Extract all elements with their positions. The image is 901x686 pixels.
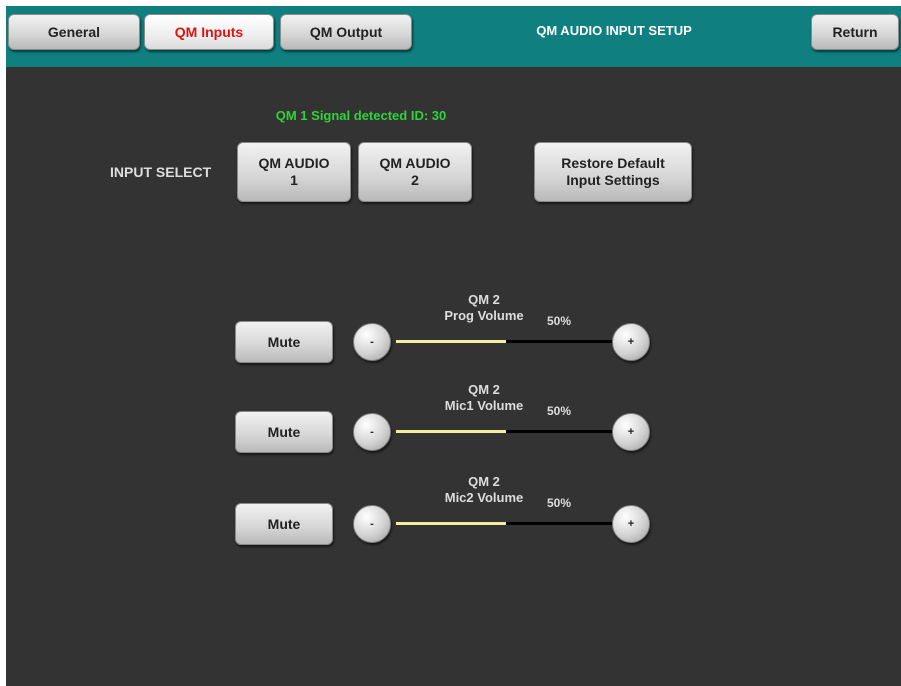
page-title: QM AUDIO INPUT SETUP: [536, 23, 692, 38]
tab-qm-output[interactable]: QM Output: [280, 14, 412, 50]
mute-button[interactable]: Mute: [235, 321, 333, 363]
volume-down-button[interactable]: -: [353, 323, 391, 361]
restore-defaults-button[interactable]: Restore Default Input Settings: [534, 142, 692, 202]
input-option-line2: 2: [411, 172, 419, 188]
tab-qm-inputs[interactable]: QM Inputs: [144, 14, 274, 50]
volume-up-button[interactable]: +: [612, 413, 650, 451]
header-bar: General QM Inputs QM Output QM AUDIO INP…: [6, 6, 901, 67]
volume-slider[interactable]: [396, 522, 616, 525]
input-option-line2: 1: [290, 172, 298, 188]
setup-panel: General QM Inputs QM Output QM AUDIO INP…: [6, 6, 901, 686]
volume-slider-fill: [396, 340, 506, 343]
input-select-label: INPUT SELECT: [110, 164, 212, 180]
input-qm-audio-1-button[interactable]: QM AUDIO 1: [237, 142, 351, 202]
volume-up-button[interactable]: +: [612, 505, 650, 543]
input-option-line1: QM AUDIO: [379, 155, 451, 171]
restore-line2: Input Settings: [566, 172, 660, 188]
restore-line1: Restore Default: [561, 155, 665, 171]
volume-slider[interactable]: [396, 340, 616, 343]
volume-title-line1: QM 2: [468, 292, 500, 307]
return-button[interactable]: Return: [811, 14, 899, 50]
volume-title-line1: QM 2: [468, 474, 500, 489]
volume-up-button[interactable]: +: [612, 323, 650, 361]
signal-status: QM 1 Signal detected ID: 30: [275, 108, 447, 123]
volume-slider-fill: [396, 430, 506, 433]
volume-percent: 50%: [547, 496, 572, 510]
mute-button[interactable]: Mute: [235, 503, 333, 545]
input-qm-audio-2-button[interactable]: QM AUDIO 2: [358, 142, 472, 202]
volume-down-button[interactable]: -: [353, 413, 391, 451]
tab-general[interactable]: General: [8, 14, 140, 50]
volume-title-line1: QM 2: [468, 382, 500, 397]
volume-down-button[interactable]: -: [353, 505, 391, 543]
mute-button[interactable]: Mute: [235, 411, 333, 453]
input-option-line1: QM AUDIO: [258, 155, 330, 171]
volume-percent: 50%: [547, 314, 572, 328]
volume-slider-fill: [396, 522, 506, 525]
volume-slider[interactable]: [396, 430, 616, 433]
volume-percent: 50%: [547, 404, 572, 418]
